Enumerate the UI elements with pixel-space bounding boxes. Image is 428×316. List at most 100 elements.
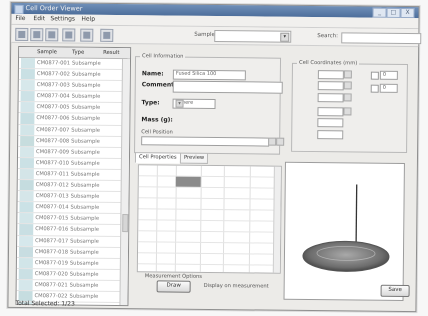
minimize-button[interactable]: _ xyxy=(372,7,387,18)
type-cell: Subsample xyxy=(71,71,101,78)
menu-file[interactable]: File xyxy=(15,15,25,23)
open-folder-icon[interactable] xyxy=(30,28,44,42)
status-color-cell xyxy=(19,157,34,169)
status-color-cell xyxy=(18,268,33,279)
sample-cell: CM0877-003 xyxy=(36,82,70,89)
type-cell: Subsample xyxy=(71,138,100,145)
menu-edit[interactable]: Edit xyxy=(33,15,45,23)
status-color-cell xyxy=(20,80,35,91)
coordinate-field-2[interactable] xyxy=(317,81,344,91)
column-result[interactable]: Result xyxy=(103,49,119,57)
comment-label: Comment: xyxy=(141,81,177,89)
coordinate-field-4[interactable] xyxy=(317,107,344,117)
offset-field-2-value: 0 xyxy=(382,84,386,91)
chevron-down-icon[interactable]: ▾ xyxy=(175,99,184,108)
tab-cell-properties[interactable]: Cell Properties xyxy=(134,152,181,164)
status-color-cell xyxy=(19,168,34,180)
application-icon xyxy=(14,4,24,15)
offset-checkbox-1[interactable] xyxy=(370,71,379,80)
status-color-cell xyxy=(18,279,33,291)
status-color-cell xyxy=(20,69,35,80)
sample-cell: CM0877-015 xyxy=(35,215,69,222)
coordinate-4-stepper[interactable] xyxy=(343,107,352,116)
grid-row-line xyxy=(138,219,281,222)
type-cell: Subsample xyxy=(69,249,99,256)
preview-disc xyxy=(302,240,390,272)
sample-list-scrollbar[interactable] xyxy=(119,59,131,306)
type-cell: Subsample xyxy=(71,115,101,123)
type-cell: Subsample xyxy=(70,193,100,200)
close-button[interactable]: X xyxy=(400,7,415,19)
draw-button[interactable]: Draw xyxy=(156,280,191,293)
status-color-cell xyxy=(20,102,35,113)
increase-position-button[interactable] xyxy=(276,137,285,146)
offset-field-1[interactable]: 0 xyxy=(379,70,398,80)
status-color-cell xyxy=(20,124,35,135)
type-label: Type: xyxy=(141,99,160,107)
sample-cell: CM0877-020 xyxy=(34,270,68,278)
grid-row-line xyxy=(137,263,280,266)
status-bar: Total Selected: 1/23 xyxy=(15,299,75,308)
decrease-position-button[interactable] xyxy=(268,137,277,146)
coordinate-2-stepper[interactable] xyxy=(343,81,352,90)
status-color-cell xyxy=(18,246,34,257)
tools-icon[interactable] xyxy=(45,28,59,42)
sample-cell: CM0877-004 xyxy=(36,93,70,100)
maximize-button[interactable]: □ xyxy=(386,7,401,18)
column-sample[interactable]: Sample xyxy=(37,48,57,56)
coordinate-field-3[interactable] xyxy=(317,93,344,103)
offset-checkbox-2[interactable] xyxy=(370,84,379,93)
type-cell: Subsample xyxy=(70,226,99,234)
sample-cell: CM0877-016 xyxy=(35,226,69,233)
type-cell: Subsample xyxy=(69,271,99,278)
save-button[interactable]: Save xyxy=(380,284,410,298)
cell-preview-graphic xyxy=(302,184,390,272)
name-label: Name: xyxy=(141,70,164,78)
sample-cell: CM0877-014 xyxy=(35,204,69,211)
grid-row-line xyxy=(138,241,281,244)
cell-preview-panel xyxy=(283,161,405,301)
measurement-display-text: Display on measurement xyxy=(203,282,269,290)
coordinate-3-stepper[interactable] xyxy=(343,93,352,102)
sample-cell: CM0877-019 xyxy=(34,259,68,267)
cell-position-field[interactable] xyxy=(141,136,270,147)
coordinate-1-stepper[interactable] xyxy=(343,70,352,79)
sample-cell: CM0877-021 xyxy=(34,282,68,289)
sample-cell: CM0877-017 xyxy=(35,237,69,244)
type-select[interactable]: Sphere ▾ xyxy=(172,98,216,110)
status-color-cell xyxy=(19,146,35,157)
type-cell: Subsample xyxy=(71,127,101,134)
app-window: Cell Order Viewer _ □ X File Edit Settin… xyxy=(7,1,422,313)
new-file-icon[interactable] xyxy=(15,27,29,42)
menu-settings[interactable]: Settings xyxy=(50,15,75,23)
search-input[interactable] xyxy=(341,32,422,45)
menu-help[interactable]: Help xyxy=(81,16,95,24)
sample-select[interactable]: ▾ xyxy=(214,30,292,43)
print-icon[interactable] xyxy=(80,28,94,42)
status-color-cell xyxy=(19,191,34,202)
coordinate-field-1[interactable] xyxy=(317,70,344,80)
status-color-cell xyxy=(20,135,35,146)
status-color-cell xyxy=(20,57,36,69)
chevron-down-icon[interactable]: ▾ xyxy=(280,32,290,42)
selected-grid-cell[interactable] xyxy=(175,176,201,187)
grid-divider xyxy=(248,166,251,273)
scroll-thumb[interactable] xyxy=(122,214,129,233)
type-cell: Subsample xyxy=(69,293,99,300)
comment-field[interactable] xyxy=(172,80,283,94)
grid-row-line xyxy=(138,186,281,189)
properties-grid-scrollbar[interactable] xyxy=(272,166,281,273)
type-cell: Subsample xyxy=(70,204,100,212)
status-color-cell xyxy=(19,213,34,224)
column-type[interactable]: Type xyxy=(72,49,84,57)
coordinate-field-5[interactable] xyxy=(317,118,344,128)
offset-field-2[interactable]: 0 xyxy=(379,83,398,93)
grid-row-line xyxy=(138,175,281,178)
sample-cell: CM0877-005 xyxy=(36,104,70,111)
tab-preview[interactable]: Preview xyxy=(179,152,209,164)
export-icon[interactable] xyxy=(100,28,114,42)
coordinate-field-6[interactable] xyxy=(317,130,344,140)
type-cell: Subsample xyxy=(71,93,101,101)
name-field[interactable]: Fused Silica 100 xyxy=(172,69,246,81)
save-icon[interactable] xyxy=(62,28,76,42)
